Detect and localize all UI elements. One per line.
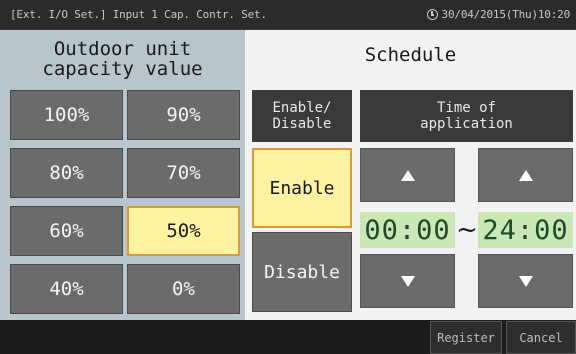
capacity-header-line1: Outdoor unit bbox=[53, 37, 192, 60]
enable-button[interactable]: Enable bbox=[252, 148, 352, 228]
capacity-option-90[interactable]: 90% bbox=[127, 90, 240, 140]
register-button[interactable]: Register bbox=[430, 321, 502, 354]
end-time-value: 24:00 bbox=[478, 212, 573, 248]
schedule-title: Schedule bbox=[364, 44, 457, 66]
capacity-option-100[interactable]: 100% bbox=[10, 90, 123, 140]
disable-button[interactable]: Disable bbox=[252, 232, 352, 312]
enable-disable-header: Enable/ Disable bbox=[252, 90, 352, 142]
triangle-down-icon bbox=[518, 275, 533, 287]
capacity-header: Outdoor unit capacity value bbox=[0, 30, 245, 87]
capacity-option-70[interactable]: 70% bbox=[127, 148, 240, 198]
screen-title: [Ext. I/O Set.] Input 1 Cap. Contr. Set. bbox=[10, 8, 267, 21]
capacity-option-0[interactable]: 0% bbox=[127, 264, 240, 314]
start-time-up-button[interactable] bbox=[360, 148, 455, 202]
schedule-panel: Schedule Enable/ Disable Time of applica… bbox=[245, 30, 576, 320]
enable-disable-header-line2: Disable bbox=[272, 116, 332, 132]
capacity-header-line2: capacity value bbox=[42, 57, 203, 80]
title-bar: [Ext. I/O Set.] Input 1 Cap. Contr. Set.… bbox=[0, 0, 576, 30]
cancel-button[interactable]: Cancel bbox=[506, 321, 576, 354]
bottom-bar: Register Cancel bbox=[0, 320, 576, 354]
triangle-up-icon bbox=[518, 169, 533, 181]
capacity-option-40[interactable]: 40% bbox=[10, 264, 123, 314]
clock-icon bbox=[426, 9, 438, 20]
time-of-application-header: Time of application bbox=[360, 90, 573, 142]
time-header-line2: application bbox=[420, 116, 513, 132]
capacity-panel: Outdoor unit capacity value 100% 90% 80%… bbox=[0, 30, 245, 320]
datetime-display: 30/04/2015(Thu)10:20 bbox=[426, 8, 571, 21]
end-time-up-button[interactable] bbox=[478, 148, 573, 202]
datetime-text: 30/04/2015(Thu)10:20 bbox=[441, 8, 571, 21]
capacity-option-50[interactable]: 50% bbox=[127, 206, 240, 256]
start-time-down-button[interactable] bbox=[360, 254, 455, 308]
enable-disable-header-line1: Enable/ bbox=[272, 100, 332, 116]
end-time-down-button[interactable] bbox=[478, 254, 573, 308]
capacity-option-60[interactable]: 60% bbox=[10, 206, 123, 256]
triangle-up-icon bbox=[400, 169, 415, 181]
time-range-separator: ~ bbox=[456, 215, 478, 245]
time-header-line1: Time of bbox=[436, 100, 496, 116]
capacity-option-80[interactable]: 80% bbox=[10, 148, 123, 198]
start-time-value: 00:00 bbox=[360, 212, 455, 248]
triangle-down-icon bbox=[400, 275, 415, 287]
